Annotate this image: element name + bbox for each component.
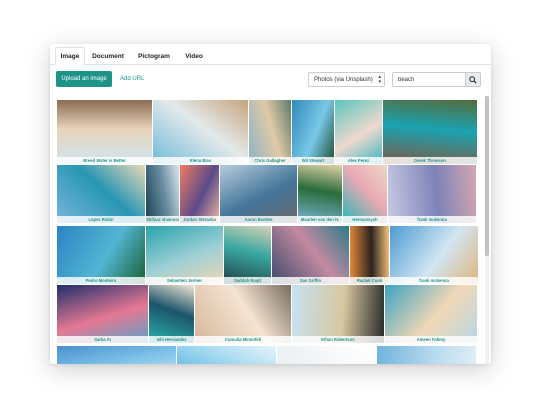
image-tile[interactable]: Pedro Monteiro [57,226,145,284]
image-author-caption[interactable]: Shifaaz shamoon [146,216,179,223]
image-tile[interactable]: Jordan Steranka [180,165,219,223]
upload-image-button[interactable]: Upload an image [56,71,112,87]
tab-image[interactable]: Image [55,47,85,65]
image-author-caption[interactable]: Ameen Fahmy [385,336,477,343]
image-source-value: Photos (via Unsplash) [314,76,373,83]
image-author-caption[interactable]: Wil Stewart [292,157,334,164]
image-tile[interactable]: Ishi Hernandez [149,285,194,343]
image-tile[interactable]: Elena Bias [153,100,248,164]
image-tile[interactable]: Derek Thomson [383,100,477,164]
image-author-caption[interactable]: Lopez Robin [57,216,145,223]
image-author-caption[interactable]: Ishi Hernandez [149,336,194,343]
search-icon [469,75,477,84]
media-tabs: Image Document Pictogram Video [50,44,491,65]
image-author-caption[interactable]: Ethan Robertson [292,336,384,343]
image-tile[interactable]: Aaron Burden [220,165,297,223]
image-tile[interactable]: Rachel Cook [350,226,389,284]
add-url-link[interactable]: Add URL [120,71,144,87]
image-source-select[interactable]: Photos (via Unsplash) ▴ ▾ [308,72,385,87]
image-author-caption[interactable]: Jordan Steranka [180,216,219,223]
image-author-caption[interactable]: Rachel Cook [350,277,389,284]
image-author-caption[interactable]: frank mckenna [388,216,476,223]
image-tile[interactable]: Sav Griffin [272,226,349,284]
image-tile[interactable]: Breed Water is Better [57,100,152,164]
search-button[interactable] [465,72,481,87]
media-dialog: Image Document Pictogram Video Upload an… [50,44,491,364]
image-author-caption[interactable]: Elena Bias [153,157,248,164]
image-tile[interactable]: Maarten van den H. [298,165,342,223]
image-author-caption[interactable]: Alex Perez [335,157,382,164]
image-author-caption[interactable]: Chris Gallagher [249,157,291,164]
image-tile[interactable]: Cumulia Minnofeli [195,285,291,343]
image-tile[interactable]: Wil Stewart [292,100,334,164]
image-tile[interactable] [377,346,476,364]
image-author-caption[interactable]: Maarten van den H. [298,216,342,223]
image-tile[interactable]: Sebastien Jermer [146,226,223,284]
image-tile[interactable]: Ethan Robertson [292,285,384,343]
image-tile[interactable]: Shifaaz shamoon [146,165,179,223]
image-tile[interactable] [277,346,376,364]
select-arrows-icon: ▴ ▾ [378,74,381,85]
image-author-caption[interactable]: Breed Water is Better [57,157,152,164]
image-tile[interactable]: Chris Gallagher [249,100,291,164]
image-tile[interactable]: Ameen Fahmy [385,285,477,343]
image-author-caption[interactable]: Saddah Ruqit [224,277,271,284]
tab-document[interactable]: Document [87,47,129,65]
image-tile[interactable]: Saddah Ruqit [224,226,271,284]
image-author-caption[interactable]: Sarka AI [57,336,148,343]
image-tile[interactable]: Alex Perez [335,100,382,164]
grid-scrollbar[interactable] [485,96,489,364]
image-author-caption[interactable]: Cumulia Minnofeli [195,336,291,343]
image-author-caption[interactable]: Aaron Burden [220,216,297,223]
image-author-caption[interactable]: frank mckenna [390,277,478,284]
image-tile[interactable]: Lopez Robin [57,165,145,223]
grid-scrollbar-thumb[interactable] [485,96,489,256]
image-tile[interactable] [177,346,276,364]
search-input[interactable] [392,72,465,87]
image-author-caption[interactable]: Hermansyah [343,216,387,223]
image-tile[interactable]: Hermansyah [343,165,387,223]
image-author-caption[interactable]: Sebastien Jermer [146,277,223,284]
image-author-caption[interactable]: Derek Thomson [383,157,477,164]
tab-pictogram[interactable]: Pictogram [131,47,177,65]
image-tile[interactable] [57,346,176,364]
image-tile[interactable]: Sarka AI [57,285,148,343]
image-tile[interactable]: frank mckenna [388,165,476,223]
tab-video[interactable]: Video [179,47,209,65]
image-author-caption[interactable]: Sav Griffin [272,277,349,284]
image-author-caption[interactable]: Pedro Monteiro [57,277,145,284]
image-tile[interactable]: frank mckenna [390,226,478,284]
